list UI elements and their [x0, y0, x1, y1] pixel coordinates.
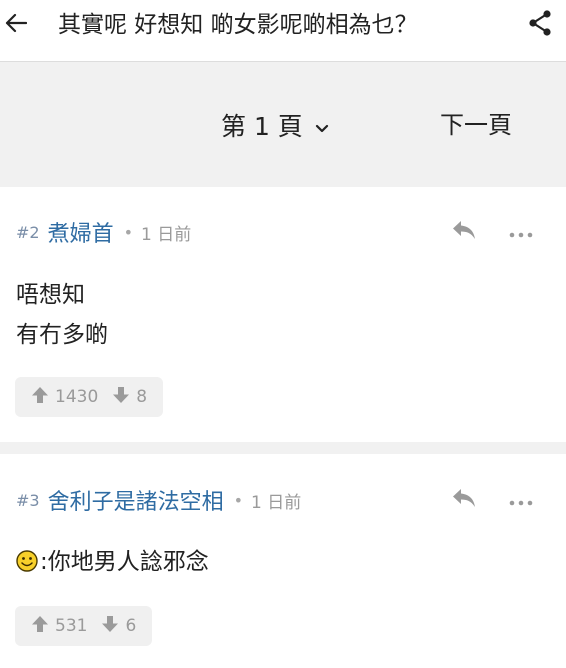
downvote-count: 8: [136, 387, 148, 407]
post-divider: [0, 442, 566, 454]
arrow-left-icon: [5, 13, 28, 37]
author-name[interactable]: 煮婦首: [48, 216, 114, 248]
vote-bar: 1430 8: [15, 377, 164, 417]
reply-button[interactable]: [449, 485, 479, 515]
post-header: #3 舍利子是諸法空相 • 1 日前: [16, 485, 301, 515]
more-options-button[interactable]: [506, 217, 536, 247]
separator-dot: •: [123, 222, 134, 242]
post-item: #3 舍利子是諸法空相 • 1 日前:你地男人諗邪念 531 6: [0, 454, 566, 668]
post-time: 1 日前: [141, 224, 192, 245]
share-button[interactable]: [526, 9, 554, 41]
upvote-count: 1430: [55, 387, 99, 407]
downvote-button[interactable]: 6: [101, 615, 136, 638]
next-page-button[interactable]: 下一頁: [440, 107, 512, 143]
content-line: 唔想知: [16, 282, 85, 308]
author-name[interactable]: 舍利子是諸法空相: [48, 484, 224, 516]
upvote-button[interactable]: 1430: [31, 386, 98, 409]
page-selector[interactable]: 第 1 頁: [221, 107, 329, 143]
top-bar: 其實呢 好想知 啲女影呢啲相為乜？: [0, 0, 566, 62]
arrow-up-icon: [31, 386, 55, 409]
arrow-down-icon: [112, 386, 136, 409]
post-header: #2 煮婦首 • 1 日前: [16, 217, 191, 247]
smiley-face-icon: [16, 545, 38, 572]
arrow-up-icon: [31, 615, 55, 638]
pagination-bar: 第 1 頁 下一頁: [0, 62, 566, 187]
content-line: 有冇多啲: [16, 322, 108, 348]
share-icon: [528, 10, 552, 40]
thread-title: 其實呢 好想知 啲女影呢啲相為乜？: [58, 12, 418, 38]
downvote-count: 6: [125, 616, 137, 636]
chevron-down-icon: [303, 111, 329, 140]
back-button[interactable]: [4, 9, 28, 41]
reply-icon: [451, 487, 477, 513]
reply-button[interactable]: [449, 217, 479, 247]
upvote-button[interactable]: 531: [31, 615, 87, 638]
floor-number: #2: [16, 222, 40, 242]
more-dots-icon: [509, 491, 533, 510]
more-dots-icon: [509, 223, 533, 242]
content-line: :你地男人諗邪念: [16, 542, 209, 582]
separator-dot: •: [233, 490, 244, 510]
reply-icon: [451, 219, 477, 245]
downvote-button[interactable]: 8: [112, 386, 147, 409]
post-item: #2 煮婦首 • 1 日前 唔想知 有冇多啲 1430 8: [0, 187, 566, 442]
more-options-button[interactable]: [506, 485, 536, 515]
page-label: 第 1 頁: [221, 112, 303, 141]
post-content: :你地男人諗邪念: [16, 542, 209, 582]
vote-bar: 531 6: [15, 606, 153, 646]
floor-number: #3: [16, 490, 40, 510]
upvote-count: 531: [55, 616, 88, 636]
post-content: 唔想知 有冇多啲: [16, 275, 108, 355]
arrow-down-icon: [101, 615, 125, 638]
post-time: 1 日前: [251, 492, 302, 513]
content-text: :你地男人諗邪念: [40, 549, 209, 575]
